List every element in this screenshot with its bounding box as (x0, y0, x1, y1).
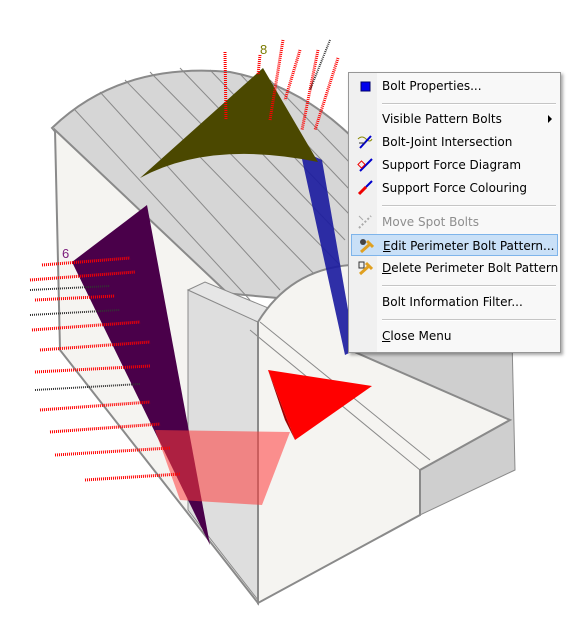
menu-item-visible-pattern-bolts[interactable]: Visible Pattern Bolts (351, 108, 558, 130)
context-menu: Bolt Properties... Visible Pattern Bolts… (348, 72, 561, 353)
joint-label-8: 8 (260, 42, 268, 57)
menu-item-edit-perimeter-bolt-pattern[interactable]: Edit Perimeter Bolt Pattern... (351, 234, 558, 256)
bolt-joint-icon (357, 134, 373, 150)
menu-separator (382, 319, 556, 321)
menu-item-bolt-joint-intersection[interactable]: Bolt-Joint Intersection (351, 131, 558, 153)
menu-item-bolt-properties[interactable]: Bolt Properties... (351, 75, 558, 97)
menu-item-close-menu[interactable]: Close Menu (351, 325, 558, 347)
menu-item-move-spot-bolts[interactable]: Move Spot Bolts (351, 211, 558, 233)
force-colouring-icon (357, 180, 373, 196)
menu-item-bolt-information-filter[interactable]: Bolt Information Filter... (351, 291, 558, 313)
menu-item-delete-perimeter-bolt-pattern[interactable]: Delete Perimeter Bolt Pattern (351, 257, 558, 279)
menu-item-support-force-diagram[interactable]: Support Force Diagram (351, 154, 558, 176)
submenu-arrow-icon (548, 115, 552, 123)
delete-pattern-icon (357, 260, 374, 276)
blue-square-icon (357, 78, 373, 94)
edit-pattern-icon (358, 238, 375, 254)
joint-label-6: 6 (62, 246, 70, 261)
move-bolts-icon (357, 214, 373, 230)
force-diagram-icon (357, 157, 373, 173)
menu-separator (382, 103, 556, 105)
menu-separator (382, 205, 556, 207)
menu-separator (382, 285, 556, 287)
menu-item-support-force-colouring[interactable]: Support Force Colouring (351, 177, 558, 199)
